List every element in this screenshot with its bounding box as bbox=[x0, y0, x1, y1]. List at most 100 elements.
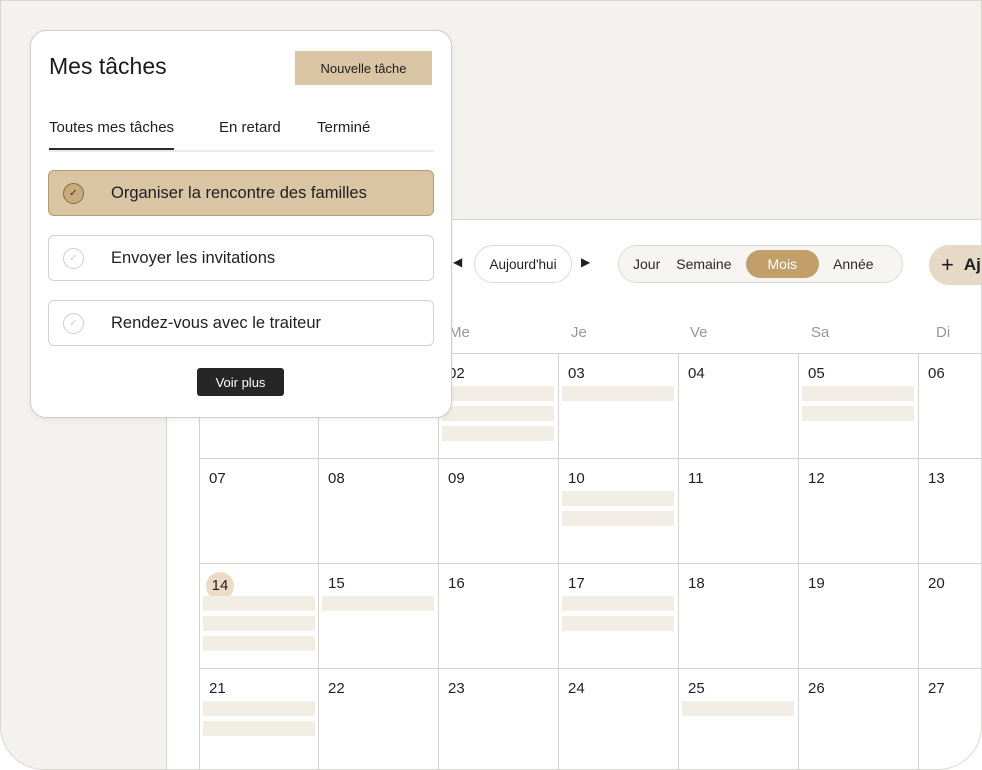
day-number: 07 bbox=[209, 470, 226, 487]
day-number: 10 bbox=[568, 470, 585, 487]
event-bar[interactable] bbox=[562, 386, 674, 401]
check-circle-icon[interactable]: ✓ bbox=[63, 313, 84, 334]
calendar-day-cell[interactable]: 23 bbox=[439, 669, 559, 769]
day-number: 23 bbox=[448, 680, 465, 697]
event-bar[interactable] bbox=[562, 616, 674, 631]
add-event-label: Aj bbox=[963, 255, 981, 274]
calendar-day-cell[interactable]: 22 bbox=[319, 669, 439, 769]
calendar-day-cell[interactable]: 26 bbox=[799, 669, 919, 769]
view-option-month[interactable]: Mois bbox=[745, 250, 820, 278]
calendar-day-cell[interactable]: 16 bbox=[439, 564, 559, 669]
calendar-day-cell[interactable]: 19 bbox=[799, 564, 919, 669]
event-bar[interactable] bbox=[562, 596, 674, 611]
day-number: 20 bbox=[928, 575, 945, 592]
tasks-tabs: Toutes mes tâches En retard Terminé bbox=[49, 117, 434, 152]
event-bar[interactable] bbox=[802, 386, 914, 401]
event-bar[interactable] bbox=[203, 721, 315, 736]
task-item[interactable]: ✓ Rendez-vous avec le traiteur bbox=[48, 300, 434, 346]
check-circle-icon[interactable]: ✓ bbox=[63, 248, 84, 269]
day-number: 13 bbox=[928, 470, 945, 487]
event-bar[interactable] bbox=[442, 406, 554, 421]
day-number: 21 bbox=[209, 680, 226, 697]
day-number: 22 bbox=[328, 680, 345, 697]
weekday-label: Di bbox=[936, 324, 951, 341]
view-option-year[interactable]: Année bbox=[825, 250, 881, 278]
event-bar[interactable] bbox=[203, 616, 315, 631]
calendar-day-cell[interactable]: 09 bbox=[439, 459, 559, 564]
calendar-day-cell[interactable]: 18 bbox=[679, 564, 799, 669]
calendar-day-cell[interactable]: 25 bbox=[679, 669, 799, 769]
calendar-day-cell[interactable]: 06 bbox=[919, 354, 981, 459]
event-bar[interactable] bbox=[203, 701, 315, 716]
event-bar[interactable] bbox=[322, 596, 434, 611]
day-number: 12 bbox=[808, 470, 825, 487]
calendar-day-cell[interactable]: 15 bbox=[319, 564, 439, 669]
day-number: 19 bbox=[808, 575, 825, 592]
day-number: 04 bbox=[688, 365, 705, 382]
calendar-day-cell[interactable]: 04 bbox=[679, 354, 799, 459]
event-bar[interactable] bbox=[203, 636, 315, 651]
day-number: 15 bbox=[328, 575, 345, 592]
day-number: 06 bbox=[928, 365, 945, 382]
task-label: Rendez-vous avec le traiteur bbox=[111, 314, 322, 332]
calendar-day-cell[interactable]: 21 bbox=[199, 669, 319, 769]
calendar-day-cell[interactable]: 17 bbox=[559, 564, 679, 669]
day-number: 17 bbox=[568, 575, 585, 592]
next-month-icon[interactable]: ▶ bbox=[581, 255, 590, 269]
task-item[interactable]: ✓ Envoyer les invitations bbox=[48, 235, 434, 281]
event-bar[interactable] bbox=[442, 386, 554, 401]
event-bar[interactable] bbox=[562, 511, 674, 526]
weekday-label: Je bbox=[571, 324, 587, 341]
new-task-button[interactable]: Nouvelle tâche bbox=[295, 51, 432, 85]
task-label: Organiser la rencontre des familles bbox=[111, 184, 367, 202]
calendar-day-cell[interactable]: 13 bbox=[919, 459, 981, 564]
view-switcher: Jour Semaine Mois Année bbox=[618, 245, 903, 283]
tasks-panel: Mes tâches Nouvelle tâche Toutes mes tâc… bbox=[30, 30, 452, 418]
see-more-button[interactable]: Voir plus bbox=[197, 368, 284, 396]
day-number: 24 bbox=[568, 680, 585, 697]
weekday-label: Me bbox=[449, 324, 470, 341]
weekday-label: Ve bbox=[690, 324, 708, 341]
calendar-day-cell[interactable]: 07 bbox=[199, 459, 319, 564]
calendar-day-cell[interactable]: 20 bbox=[919, 564, 981, 669]
calendar-day-cell[interactable]: 14 bbox=[199, 564, 319, 669]
calendar-day-cell[interactable]: 11 bbox=[679, 459, 799, 564]
day-number: 18 bbox=[688, 575, 705, 592]
app-background: ◀ Aujourd'hui ▶ Jour Semaine Mois Année … bbox=[0, 0, 982, 770]
calendar-day-cell[interactable]: 10 bbox=[559, 459, 679, 564]
tab-overdue[interactable]: En retard bbox=[219, 119, 281, 136]
calendar-day-cell[interactable]: 24 bbox=[559, 669, 679, 769]
day-number: 03 bbox=[568, 365, 585, 382]
calendar-day-cell[interactable]: 05 bbox=[799, 354, 919, 459]
event-bar[interactable] bbox=[682, 701, 794, 716]
day-number: 25 bbox=[688, 680, 705, 697]
check-circle-icon[interactable]: ✓ bbox=[63, 183, 84, 204]
add-event-button[interactable]: + Aj bbox=[929, 245, 981, 285]
calendar-day-cell[interactable]: 08 bbox=[319, 459, 439, 564]
day-number: 16 bbox=[448, 575, 465, 592]
task-item[interactable]: ✓ Organiser la rencontre des familles bbox=[48, 170, 434, 216]
day-number: 05 bbox=[808, 365, 825, 382]
day-number: 26 bbox=[808, 680, 825, 697]
day-number: 11 bbox=[688, 470, 704, 487]
view-option-week[interactable]: Semaine bbox=[668, 250, 739, 278]
calendar-day-cell[interactable]: 02 bbox=[439, 354, 559, 459]
day-number: 27 bbox=[928, 680, 945, 697]
today-button[interactable]: Aujourd'hui bbox=[474, 245, 572, 283]
day-number: 09 bbox=[448, 470, 465, 487]
calendar-day-cell[interactable]: 27 bbox=[919, 669, 981, 769]
tasks-title: Mes tâches bbox=[49, 53, 167, 79]
event-bar[interactable] bbox=[442, 426, 554, 441]
plus-icon: + bbox=[941, 252, 954, 277]
event-bar[interactable] bbox=[203, 596, 315, 611]
calendar-day-cell[interactable]: 12 bbox=[799, 459, 919, 564]
event-bar[interactable] bbox=[562, 491, 674, 506]
calendar-day-cell[interactable]: 03 bbox=[559, 354, 679, 459]
tab-completed[interactable]: Terminé bbox=[317, 119, 370, 136]
previous-month-icon[interactable]: ◀ bbox=[453, 255, 462, 269]
view-option-day[interactable]: Jour bbox=[625, 250, 668, 278]
event-bar[interactable] bbox=[802, 406, 914, 421]
tab-all-tasks[interactable]: Toutes mes tâches bbox=[49, 119, 175, 150]
weekday-label: Sa bbox=[811, 324, 830, 341]
task-label: Envoyer les invitations bbox=[111, 249, 276, 267]
